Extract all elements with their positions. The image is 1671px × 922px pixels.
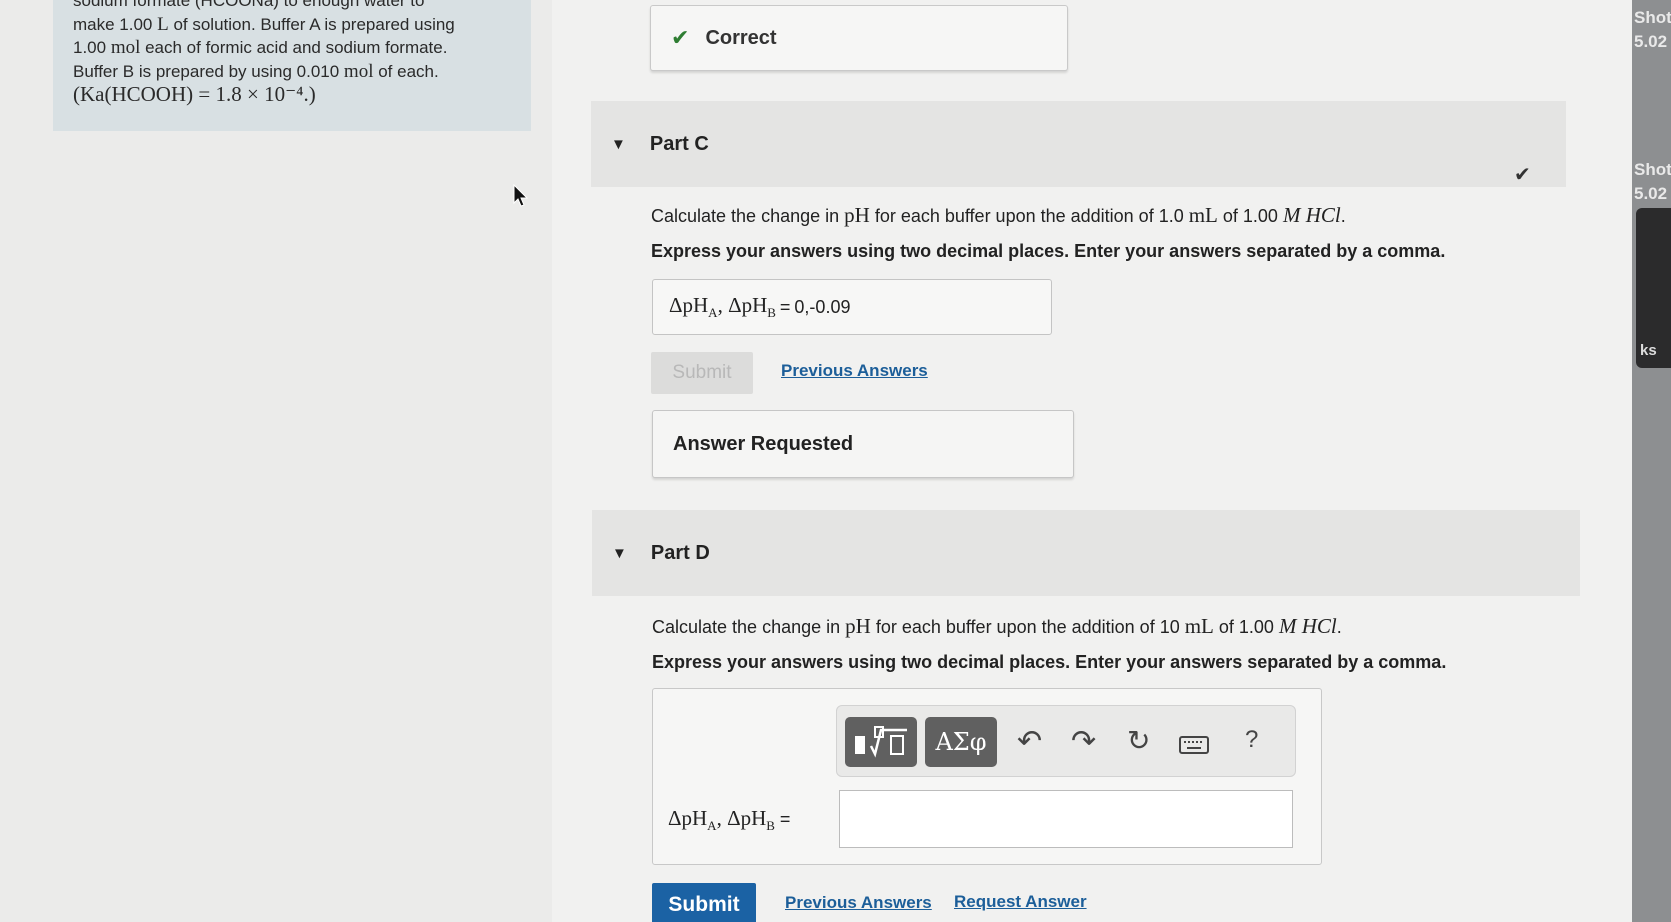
part-d-request-answer-link[interactable]: Request Answer: [954, 892, 1087, 912]
strip-text-5: ks: [1640, 342, 1657, 359]
redo-icon[interactable]: ↷: [1071, 724, 1096, 759]
math-toolbar: ΑΣφ ↶ ↷ ↻ ?: [836, 705, 1296, 777]
problem-line-2: 1.00 mol each of formic acid and sodium …: [73, 37, 448, 58]
reset-icon[interactable]: ↻: [1127, 724, 1150, 757]
part-d-title: Part D: [650, 541, 710, 564]
strip-text-1: Shot: [1634, 8, 1671, 27]
part-c-previous-answers-link[interactable]: Previous Answers: [781, 361, 928, 381]
part-c-title: Part C: [649, 132, 709, 155]
part-c-instruction: Express your answers using two decimal p…: [651, 241, 1446, 261]
part-d-answer-input[interactable]: [839, 790, 1293, 848]
strip-text-4: 5.02: [1634, 184, 1668, 203]
correct-feedback: ✔ Correct: [650, 5, 1068, 71]
mouse-cursor-icon: [513, 184, 529, 207]
answer-value: 0,-0.09: [794, 296, 851, 317]
templates-button[interactable]: [845, 717, 917, 767]
keyboard-icon[interactable]: [1179, 736, 1209, 754]
answer-requested-box: Answer Requested: [652, 410, 1074, 478]
problem-line-1: make 1.00 L of solution. Buffer A is pre…: [73, 13, 455, 35]
part-c-submit-button[interactable]: Submit: [651, 352, 753, 394]
answer-label: ΔpHA, ΔpHB: [669, 292, 776, 321]
left-panel: sodium formate (HCOONa) to enough water …: [0, 0, 552, 922]
problem-line-0: sodium formate (HCOONa) to enough water …: [73, 0, 425, 10]
part-d-question: Calculate the change in pH for each buff…: [652, 614, 1342, 638]
part-d-submit-button[interactable]: Submit: [652, 883, 756, 922]
correct-label: Correct: [705, 26, 777, 49]
part-c-answer-display: ΔpHA, ΔpHB = 0,-0.09: [652, 279, 1052, 335]
part-d-instruction: Express your answers using two decimal p…: [652, 652, 1447, 672]
strip-text-2: 5.02: [1634, 32, 1668, 51]
collapse-triangle-icon[interactable]: ▼: [611, 136, 626, 153]
strip-text-3: Shot: [1634, 160, 1671, 179]
part-d-previous-answers-link[interactable]: Previous Answers: [785, 893, 932, 913]
completed-check-icon: ✔: [1514, 164, 1531, 186]
background-window-strip: Shot 5.02 Shot 5.02: [1632, 0, 1671, 922]
greek-symbols-button[interactable]: ΑΣφ: [925, 717, 997, 767]
part-c-header[interactable]: ▼ Part C: [591, 101, 1566, 187]
undo-icon[interactable]: ↶: [1017, 724, 1042, 759]
part-d-header[interactable]: ▼ Part D: [592, 510, 1580, 596]
part-d-answer-label: ΔpHA, ΔpHB =: [668, 806, 791, 834]
fraction-radical-icon: [855, 726, 907, 758]
help-icon[interactable]: ?: [1245, 726, 1258, 754]
problem-line-3: Buffer B is prepared by using 0.010 mol …: [73, 60, 439, 82]
problem-line-4: (Ka(HCOOH) = 1.8 × 10⁻⁴.): [73, 82, 316, 106]
checkmark-icon: ✔: [671, 25, 690, 50]
collapse-triangle-icon[interactable]: ▼: [612, 545, 627, 562]
problem-statement: sodium formate (HCOONa) to enough water …: [53, 0, 531, 131]
part-c-question: Calculate the change in pH for each buff…: [651, 203, 1346, 227]
